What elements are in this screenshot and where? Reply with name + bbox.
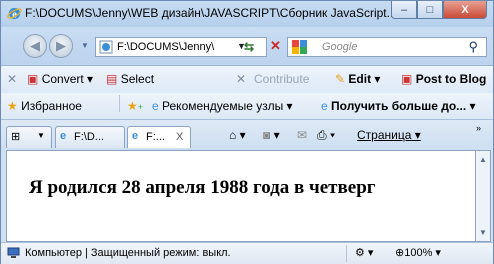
convert-button[interactable]: ▣ Convert ▾ — [27, 72, 93, 86]
forward-button[interactable]: ▶ — [49, 34, 73, 58]
rss-icon: ◙ — [263, 128, 271, 142]
close-toolbar-icon[interactable]: ✕ — [7, 72, 17, 86]
select-icon: ▤ — [106, 72, 118, 86]
suggested-label: Рекомендуемые узлы — [162, 99, 284, 113]
home-button[interactable]: ⌂ ▾ — [229, 128, 246, 142]
favorites-label: Избранное — [21, 99, 82, 113]
ie-page-icon: e — [321, 99, 328, 113]
forward-arrow-icon: ▶ — [56, 38, 66, 53]
favorites-bar: ★ Избранное ★+ e Рекомендуемые узлы ▾ e … — [1, 93, 493, 120]
convert-icon: ▣ — [27, 72, 39, 86]
contribute-button[interactable]: Contribute — [254, 72, 309, 86]
zoom-level: 100% — [404, 247, 433, 259]
grid-icon: ⊞ — [11, 131, 21, 143]
close-contribute-icon[interactable]: ✕ — [236, 72, 246, 86]
more-tools-icon[interactable]: » — [476, 123, 481, 133]
page-icon — [99, 40, 113, 54]
recent-pages-dropdown-icon[interactable]: ▼ — [81, 41, 89, 50]
post-label: Post to Blog — [415, 72, 487, 86]
back-button[interactable]: ◀ — [23, 34, 47, 58]
window-title: F:\DOCUMS\Jenny\WEB дизайн\JAVASCRIPT\Сб… — [25, 6, 397, 20]
adobe-toolbar: ✕ ▣ Convert ▾ ▤ Select ✕ Contribute ✎ Ed… — [1, 65, 493, 94]
tab-1[interactable]: e F:\D... — [55, 126, 125, 148]
maximize-icon: □ — [426, 3, 434, 16]
search-input[interactable]: Google — [322, 41, 357, 53]
post-icon: ▣ — [401, 72, 413, 86]
window-controls: – □ X — [391, 1, 487, 21]
vertical-scrollbar[interactable]: ▲ ▼ — [476, 150, 491, 242]
back-arrow-icon: ◀ — [30, 38, 40, 53]
star-icon: ★ — [7, 99, 18, 113]
minimize-icon: – — [400, 3, 408, 16]
suggested-sites-link[interactable]: e Рекомендуемые узлы ▾ — [152, 99, 293, 113]
edit-icon: ✎ — [335, 72, 346, 86]
zoom-icon: ⊕ — [395, 247, 405, 259]
add-favorites-icon[interactable]: ★+ — [127, 99, 143, 113]
convert-label: Convert — [41, 72, 84, 86]
quick-tabs-button[interactable]: ⊞ ▼ — [6, 126, 52, 148]
tab-1-label: F:\D... — [74, 131, 104, 143]
scroll-down-icon[interactable]: ▼ — [479, 228, 487, 237]
ie-page-icon: e — [152, 99, 159, 113]
address-input[interactable]: F:\DOCUMS\Jenny\ — [117, 41, 235, 53]
page-menu[interactable]: Страница ▾ — [357, 128, 421, 142]
print-button[interactable]: ⎙ ▾ — [317, 128, 335, 143]
close-icon: X — [461, 3, 469, 16]
close-button[interactable]: X — [443, 1, 487, 19]
tabs-bar: ⊞ ▼ e F:\D... e F:... X ⌂ ▾ ◙ ▾ ✉ ⎙ ▾ Страни… — [1, 120, 493, 150]
edit-label: Edit — [348, 72, 372, 86]
search-box[interactable]: Google ⚲ — [287, 37, 487, 57]
computer-icon — [7, 247, 20, 258]
home-icon: ⌂ — [229, 128, 237, 142]
mail-icon: ✉ — [297, 128, 308, 142]
status-text: Компьютер | Защищенный режим: выкл. — [25, 247, 231, 259]
google-icon — [292, 40, 307, 54]
select-label: Select — [120, 72, 155, 86]
ie-logo-icon: e — [7, 7, 22, 20]
tab-list-dropdown-icon: ▼ — [37, 131, 45, 140]
security-zone-icon[interactable]: ⚙ ▾ — [355, 246, 373, 259]
zoom-control[interactable]: ⊕100% ▾ — [395, 246, 441, 259]
ie-page-icon: e — [60, 130, 67, 142]
post-to-blog-button[interactable]: ▣ Post to Blog — [401, 72, 486, 86]
ie-page-icon: e — [132, 130, 139, 142]
edit-button[interactable]: ✎ Edit ▾ — [335, 72, 380, 86]
feeds-button[interactable]: ◙ ▾ — [263, 128, 280, 142]
page-content: Я родился 28 апреля 1988 года в четверг — [6, 150, 476, 242]
select-button[interactable]: ▤ Select — [106, 72, 154, 86]
favorites-button[interactable]: ★ Избранное — [7, 99, 82, 113]
contribute-label: Contribute — [254, 72, 310, 86]
tab-2-label: F:... — [146, 131, 165, 143]
search-icon[interactable]: ⚲ — [468, 39, 478, 55]
address-bar[interactable]: F:\DOCUMS\Jenny\ ▼ — [95, 37, 267, 57]
browser-window: e F:\DOCUMS\Jenny\WEB дизайн\JAVASCRIPT\… — [0, 0, 494, 264]
tab-close-icon[interactable]: X — [176, 131, 183, 143]
navigation-bar: ◀ ▶ ▼ F:\DOCUMS\Jenny\ ▼ ⇆ ✕ Google ⚲ — [1, 27, 493, 65]
status-bar: Компьютер | Защищенный режим: выкл. ⚙ ▾ … — [1, 242, 493, 264]
get-more-label: Получить больше до... — [331, 99, 467, 113]
maximize-button[interactable]: □ — [417, 1, 443, 19]
page-text: Я родился 28 апреля 1988 года в четверг — [29, 177, 376, 198]
separator — [346, 245, 347, 262]
refresh-icon[interactable]: ⇆ — [244, 40, 254, 54]
tab-2-active[interactable]: e F:... X — [127, 126, 191, 148]
title-bar: e F:\DOCUMS\Jenny\WEB дизайн\JAVASCRIPT\… — [1, 1, 493, 27]
stop-icon[interactable]: ✕ — [270, 38, 281, 54]
scroll-up-icon[interactable]: ▲ — [479, 155, 487, 164]
separator — [119, 95, 120, 112]
page-menu-label: Страница — [357, 128, 412, 142]
printer-icon: ⎙ — [317, 128, 327, 142]
minimize-button[interactable]: – — [391, 1, 417, 19]
get-more-addons-link[interactable]: e Получить больше до... ▾ — [321, 99, 476, 113]
mail-button[interactable]: ✉ — [297, 128, 307, 142]
